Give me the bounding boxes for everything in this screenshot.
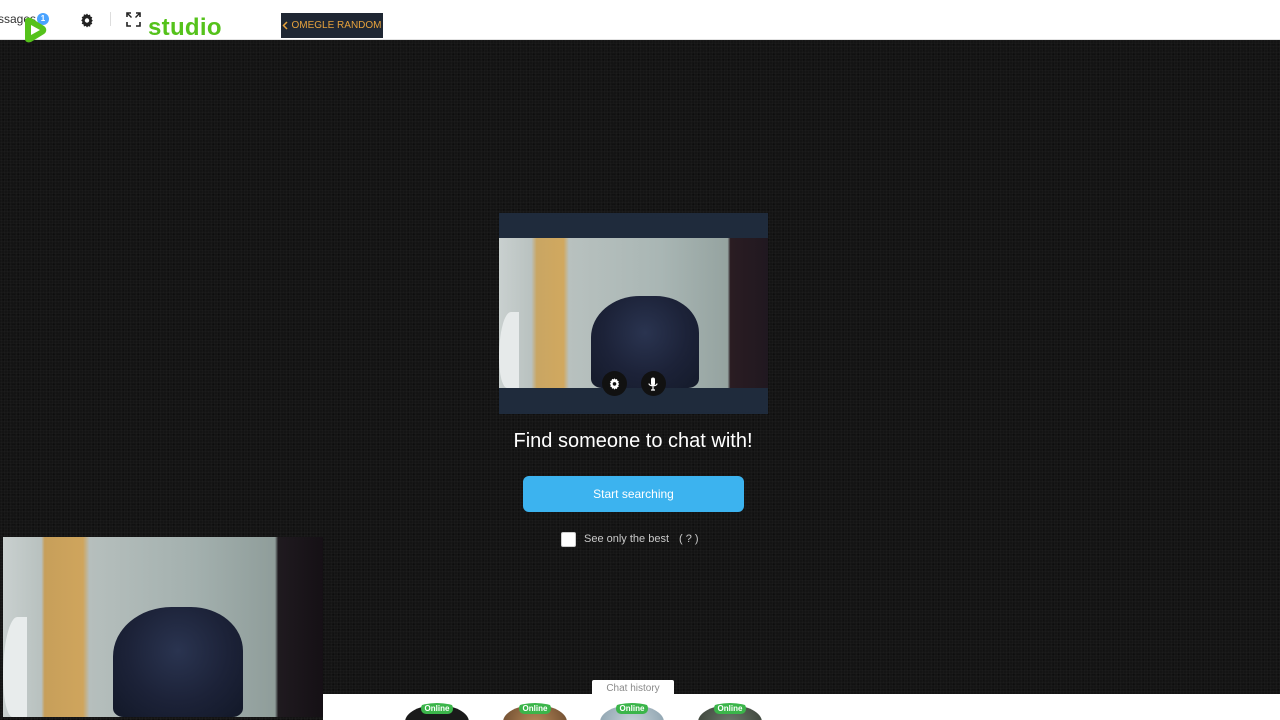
start-searching-button[interactable]: Start searching xyxy=(523,476,744,512)
gear-icon xyxy=(609,378,619,390)
camera-feed xyxy=(499,238,768,388)
top-bar: ssages 1 studio OMEGLE RANDOM xyxy=(0,0,1280,43)
chevron-left-icon xyxy=(282,21,289,30)
help-link[interactable]: ( ? ) xyxy=(679,533,699,545)
omegle-random-button[interactable]: OMEGLE RANDOM xyxy=(281,13,383,38)
see-only-best-checkbox[interactable] xyxy=(561,531,576,547)
chat-history-tab[interactable]: Chat history xyxy=(592,680,674,696)
microphone-button[interactable] xyxy=(640,371,666,396)
self-camera-view xyxy=(3,537,323,717)
online-badge: Online xyxy=(714,703,746,714)
expand-icon[interactable] xyxy=(126,12,141,27)
camera-settings-button[interactable] xyxy=(601,371,627,396)
online-badge: Online xyxy=(519,703,551,714)
divider xyxy=(110,12,111,26)
see-only-best-option: See only the best ( ? ) xyxy=(561,531,699,547)
camera-controls xyxy=(499,371,768,397)
self-camera-feed xyxy=(3,537,323,717)
gear-icon[interactable] xyxy=(79,12,95,28)
see-only-best-label[interactable]: See only the best xyxy=(584,533,669,545)
online-badge: Online xyxy=(616,703,648,714)
omegle-random-label: OMEGLE RANDOM xyxy=(291,20,382,31)
microphone-icon xyxy=(648,377,658,391)
play-logo-icon[interactable] xyxy=(22,17,48,43)
camera-preview xyxy=(499,213,768,414)
online-badge: Online xyxy=(421,703,453,714)
brand-name: studio xyxy=(148,14,222,41)
page-headline: Find someone to chat with! xyxy=(513,430,753,452)
